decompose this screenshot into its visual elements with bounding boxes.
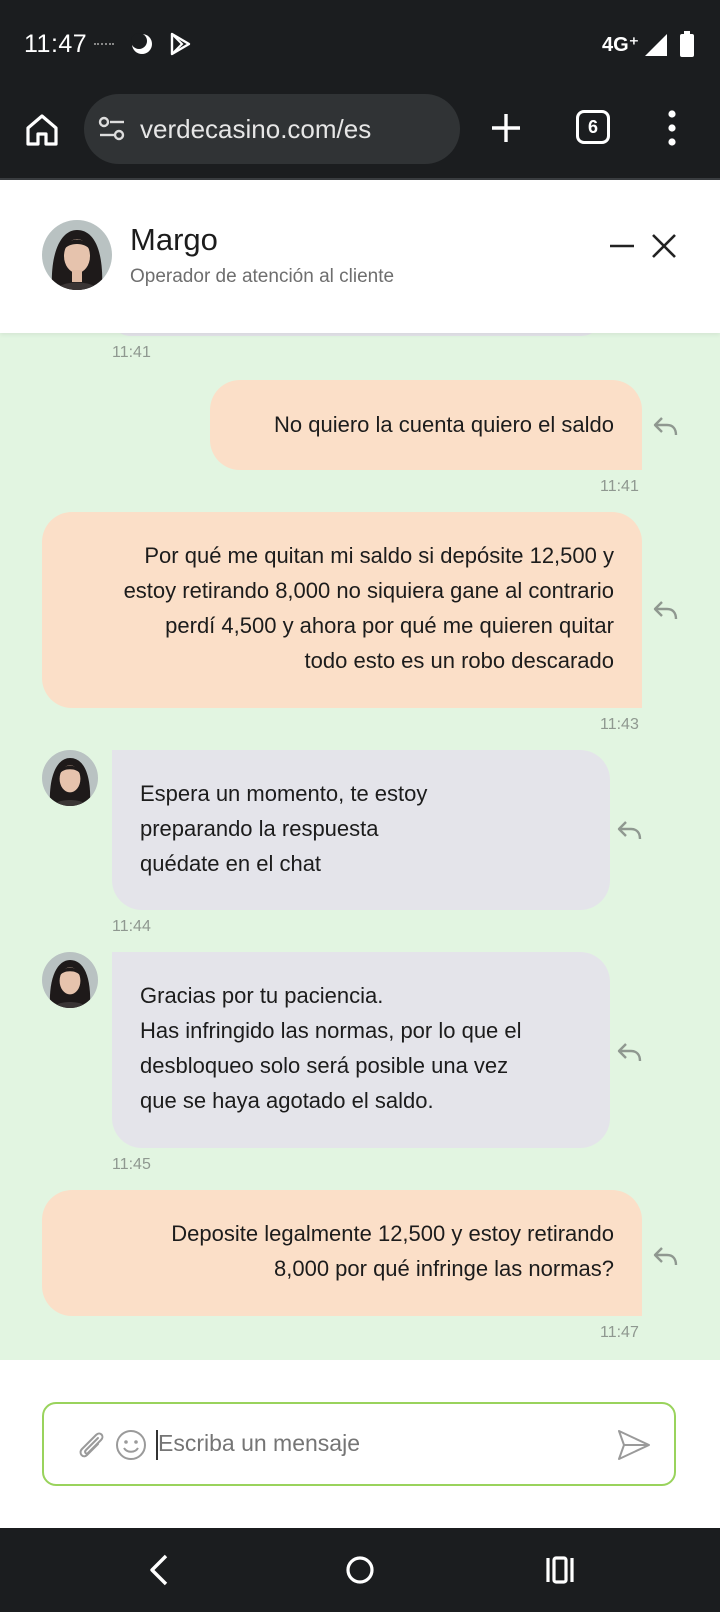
- signal-icon: [645, 34, 667, 56]
- agent-avatar: [42, 750, 98, 806]
- agent-message-bubble: Gracias por tu paciencia. Has infringido…: [112, 952, 610, 1148]
- agent-avatar: [42, 220, 112, 290]
- emoji-icon[interactable]: [114, 1428, 148, 1462]
- message-line: Deposite legalmente 12,500 y estoy retir…: [171, 1221, 614, 1246]
- message-line: 8,000 por qué infringe las normas?: [274, 1256, 614, 1281]
- status-time: 11:47: [24, 30, 88, 58]
- composer-area: [0, 1360, 720, 1528]
- user-message-bubble: Por qué me quitan mi saldo si depósite 1…: [42, 512, 642, 708]
- message-input[interactable]: [158, 1430, 578, 1457]
- reply-icon[interactable]: [616, 1040, 642, 1064]
- chat-header: Margo Operador de atención al cliente: [0, 180, 720, 333]
- user-message-bubble: Deposite legalmente 12,500 y estoy retir…: [42, 1190, 642, 1316]
- system-nav-bar: [0, 1528, 720, 1612]
- message-line: Has infringido las normas, por lo que el: [140, 1018, 522, 1043]
- message-line: todo esto es un robo descarado: [304, 648, 614, 673]
- message-time: 11:47: [600, 1324, 639, 1341]
- play-store-icon: [170, 32, 191, 56]
- user-message-bubble: No quiero la cuenta quiero el saldo: [210, 380, 642, 470]
- message-time: 11:43: [600, 716, 639, 733]
- message-line: quédate en el chat: [140, 851, 322, 876]
- url-text[interactable]: verdecasino.com/es: [140, 114, 371, 145]
- agent-name: Margo: [130, 222, 218, 257]
- message-line: Gracias por tu paciencia.: [140, 983, 384, 1008]
- message-time: 11:41: [600, 478, 639, 495]
- message-line: perdí 4,500 y ahora por qué me quieren q…: [165, 613, 614, 638]
- browser-toolbar: verdecasino.com/es 6: [0, 88, 720, 180]
- site-settings-icon[interactable]: [98, 116, 126, 142]
- reply-icon[interactable]: [652, 414, 678, 438]
- message-line: estoy retirando 8,000 no siquiera gane a…: [123, 578, 614, 603]
- message-line: preparando la respuesta: [140, 816, 379, 841]
- network-type: 4G⁺: [602, 34, 640, 56]
- message-composer[interactable]: [42, 1402, 676, 1486]
- agent-message-bubble: Espera un momento, te estoy preparando l…: [112, 750, 610, 910]
- message-time: 11:45: [112, 1156, 151, 1173]
- send-icon[interactable]: [616, 1428, 652, 1462]
- minimize-icon[interactable]: [608, 232, 636, 260]
- reply-icon[interactable]: [652, 598, 678, 622]
- agent-role: Operador de atención al cliente: [130, 266, 395, 287]
- message-text: No quiero la cuenta quiero el saldo: [273, 412, 614, 437]
- message-line: Por qué me quitan mi saldo si depósite 1…: [144, 543, 614, 568]
- more-icon[interactable]: [666, 108, 678, 148]
- message-line: Espera un momento, te estoy: [140, 781, 428, 806]
- message-line: desbloqueo solo será posible una vez: [140, 1053, 509, 1078]
- tab-switcher-button[interactable]: 6: [576, 110, 610, 144]
- message-line: que se haya agotado el saldo.: [140, 1088, 434, 1113]
- message-time: 11:44: [112, 918, 151, 935]
- notification-dots: [94, 43, 114, 45]
- agent-avatar: [42, 952, 98, 1008]
- attach-icon[interactable]: [74, 1428, 108, 1462]
- message-time: 11:41: [112, 344, 151, 361]
- reply-icon[interactable]: [616, 818, 642, 842]
- back-icon[interactable]: [144, 1552, 174, 1588]
- recents-icon[interactable]: [544, 1554, 576, 1586]
- new-tab-icon[interactable]: [486, 108, 526, 148]
- reply-icon[interactable]: [652, 1244, 678, 1268]
- home-button-icon[interactable]: [344, 1554, 376, 1586]
- home-icon[interactable]: [22, 110, 62, 150]
- battery-icon: [680, 31, 694, 57]
- moon-icon: [131, 33, 152, 54]
- close-icon[interactable]: [650, 232, 678, 260]
- address-bar[interactable]: verdecasino.com/es: [84, 94, 460, 164]
- status-bar: 11:47 4G⁺: [0, 0, 720, 88]
